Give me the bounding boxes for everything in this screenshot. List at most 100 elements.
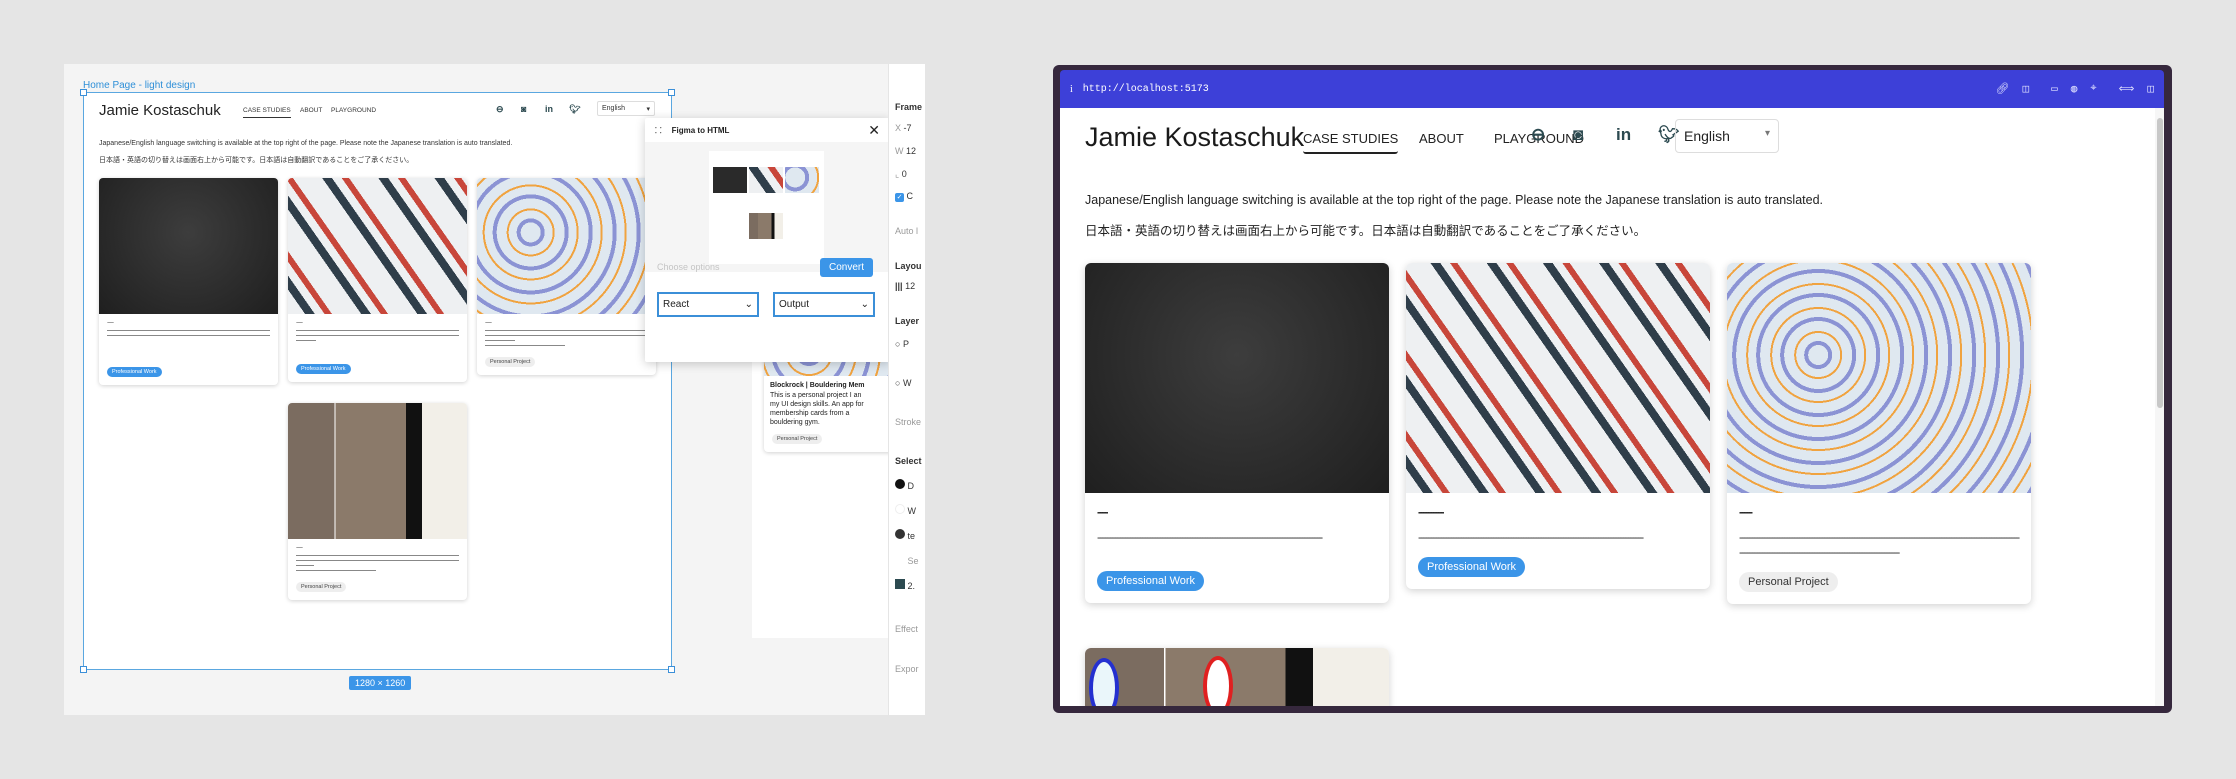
export-section[interactable]: Expor bbox=[895, 664, 919, 674]
sidebar-toggle-icon[interactable]: ◫ bbox=[2147, 82, 2154, 96]
instagram-icon[interactable]: ◙ bbox=[1573, 125, 1583, 145]
nav-about[interactable]: ABOUT bbox=[300, 107, 322, 114]
card-image bbox=[1085, 263, 1389, 493]
card-badge: Professional Work bbox=[1097, 571, 1205, 591]
card-badge: Personal Project bbox=[1739, 572, 1838, 592]
url-bar[interactable]: i http://localhost:5173 🔗︎ ◫ ▭ ◍ ⌖ ⟺ ◫ bbox=[1060, 70, 2164, 108]
color-swatch[interactable]: te bbox=[895, 529, 915, 541]
nav-playground[interactable]: PLAYGROUND bbox=[331, 107, 376, 114]
card-image bbox=[1727, 263, 2031, 493]
nav-about[interactable]: ABOUT bbox=[1419, 131, 1464, 146]
notice-ja: 日本語・英語の切り替えは画面右上から可能です。日本語は自動翻訳であることをご了承… bbox=[99, 157, 414, 164]
resize-handle[interactable] bbox=[80, 89, 87, 96]
output-select[interactable]: Output ⌄ bbox=[773, 292, 875, 317]
chevron-down-icon: ⌄ bbox=[860, 299, 869, 310]
effects-section[interactable]: Effect bbox=[895, 624, 918, 634]
page-viewport: Jamie Kostaschuk CASE STUDIES ABOUT PLAY… bbox=[1060, 108, 2164, 706]
card-description: ----------------------------------------… bbox=[1418, 530, 1644, 544]
close-icon[interactable]: ✕ bbox=[868, 122, 880, 139]
site-title: Jamie Kostaschuk bbox=[1085, 122, 1305, 152]
card-image bbox=[288, 403, 467, 539]
instagram-icon[interactable]: ◙ bbox=[521, 104, 526, 114]
x-field[interactable]: X -7 bbox=[895, 123, 912, 133]
linkedin-icon[interactable]: in bbox=[1616, 125, 1631, 145]
card-badge: Personal Project bbox=[485, 357, 536, 367]
auto-layout-section[interactable]: Auto l bbox=[895, 226, 918, 236]
frame-label[interactable]: Home Page - light design bbox=[83, 80, 195, 91]
card-image bbox=[1406, 263, 1710, 493]
case-card[interactable]: ---- -----------------------------------… bbox=[1085, 263, 1389, 603]
clip-checkbox[interactable]: ✓ C bbox=[895, 191, 913, 202]
case-card[interactable] bbox=[1085, 648, 1389, 706]
choose-options-label: Choose options bbox=[657, 262, 720, 272]
resize-handle[interactable] bbox=[80, 666, 87, 673]
framework-select[interactable]: React ⌄ bbox=[657, 292, 759, 317]
card-title: ------ bbox=[296, 545, 303, 551]
frame-section: Frame bbox=[895, 102, 923, 112]
color-swatch[interactable]: D bbox=[895, 479, 914, 491]
plugin-icon: ⸬ bbox=[655, 125, 662, 135]
framework-value: React bbox=[663, 299, 690, 310]
language-select[interactable]: English ▾ bbox=[597, 101, 655, 116]
link-icon[interactable]: 🔗︎ bbox=[1996, 82, 2010, 96]
link-icon[interactable]: ⊖ bbox=[496, 104, 504, 115]
nav-case-studies[interactable]: CASE STUDIES bbox=[1303, 131, 1399, 154]
browser-window: i http://localhost:5173 🔗︎ ◫ ▭ ◍ ⌖ ⟺ ◫ J… bbox=[1053, 65, 2172, 713]
card-description: ----------------------------------------… bbox=[1097, 530, 1323, 544]
card-image bbox=[477, 178, 656, 314]
case-card[interactable]: ------ Professional Work bbox=[99, 178, 278, 385]
case-card[interactable]: ----- ----------------------------------… bbox=[1727, 263, 2031, 604]
link-icon[interactable]: ⊖ bbox=[1531, 125, 1545, 145]
globe-icon[interactable]: ◍ bbox=[2071, 82, 2078, 96]
extension-icon[interactable]: ⟺ bbox=[2119, 82, 2135, 96]
color-swatch[interactable]: Se bbox=[895, 554, 919, 566]
url-text[interactable]: http://localhost:5173 bbox=[1083, 84, 1209, 95]
preview-pane bbox=[645, 142, 890, 272]
color-swatch[interactable]: W bbox=[895, 504, 916, 516]
language-value: English bbox=[602, 105, 625, 112]
resize-handle[interactable] bbox=[668, 666, 675, 673]
camera-icon[interactable]: ◫ bbox=[2023, 82, 2030, 96]
radius-field[interactable]: ⌞ 0 bbox=[895, 169, 907, 180]
layer-item[interactable]: ○ P bbox=[895, 339, 909, 349]
output-value: Output bbox=[779, 299, 810, 310]
case-card[interactable]: ------ Professional Work bbox=[288, 178, 467, 382]
notice-en: Japanese/English language switching is a… bbox=[99, 140, 513, 147]
scrollbar[interactable] bbox=[2155, 108, 2164, 706]
stroke-section[interactable]: Stroke bbox=[895, 417, 921, 427]
card-title: ------ bbox=[107, 320, 114, 326]
linkedin-icon[interactable]: in bbox=[545, 104, 553, 114]
card-badge: Personal Project bbox=[296, 582, 347, 592]
terminal-icon[interactable]: ▭ bbox=[2051, 82, 2058, 96]
twitter-icon[interactable]: 🐦︎ bbox=[569, 104, 580, 115]
card-title: ------ bbox=[485, 320, 492, 326]
case-card[interactable]: ------ Personal Project bbox=[477, 178, 656, 375]
convert-button[interactable]: Convert bbox=[820, 258, 874, 277]
scrollbar-thumb[interactable] bbox=[2157, 118, 2163, 408]
resize-handle[interactable] bbox=[668, 89, 675, 96]
card-title: ----- bbox=[1739, 505, 1753, 519]
card-image bbox=[1085, 648, 1389, 706]
color-swatch[interactable]: 2. bbox=[895, 579, 915, 591]
case-card[interactable]: ---------- -----------------------------… bbox=[1406, 263, 1710, 589]
info-icon[interactable]: i bbox=[1070, 84, 1073, 95]
peek-card-desc: This is a personal project I an my UI de… bbox=[770, 392, 864, 426]
site-title: Jamie Kostaschuk bbox=[99, 102, 221, 119]
figma-canvas[interactable]: Home Page - light design Jamie Kostaschu… bbox=[64, 64, 925, 715]
grid-icon: ||| bbox=[895, 281, 903, 291]
card-image bbox=[288, 178, 467, 314]
nav-case-studies[interactable]: CASE STUDIES bbox=[243, 107, 291, 118]
properties-panel: Frame X -7 W 12 ⌞ 0 ✓ C Auto l Layou |||… bbox=[888, 64, 925, 715]
crosshair-icon[interactable]: ⌖ bbox=[2090, 83, 2096, 95]
adjacent-frame: Blockrock | Bouldering Mem This is a per… bbox=[752, 324, 914, 638]
layer-item[interactable]: ○ W bbox=[895, 378, 911, 388]
card-title: ---------- bbox=[1418, 505, 1444, 519]
card-badge: Professional Work bbox=[296, 364, 351, 374]
language-select[interactable]: English ▾ bbox=[1675, 119, 1779, 153]
chevron-down-icon: ⌄ bbox=[744, 299, 753, 310]
w-field[interactable]: W 12 bbox=[895, 146, 916, 156]
case-card[interactable]: ------ Personal Project bbox=[288, 403, 467, 600]
layout-grid-item[interactable]: ||| 12 bbox=[895, 281, 915, 291]
card-image bbox=[99, 178, 278, 314]
design-frame[interactable]: Jamie Kostaschuk CASE STUDIES ABOUT PLAY… bbox=[80, 89, 675, 673]
